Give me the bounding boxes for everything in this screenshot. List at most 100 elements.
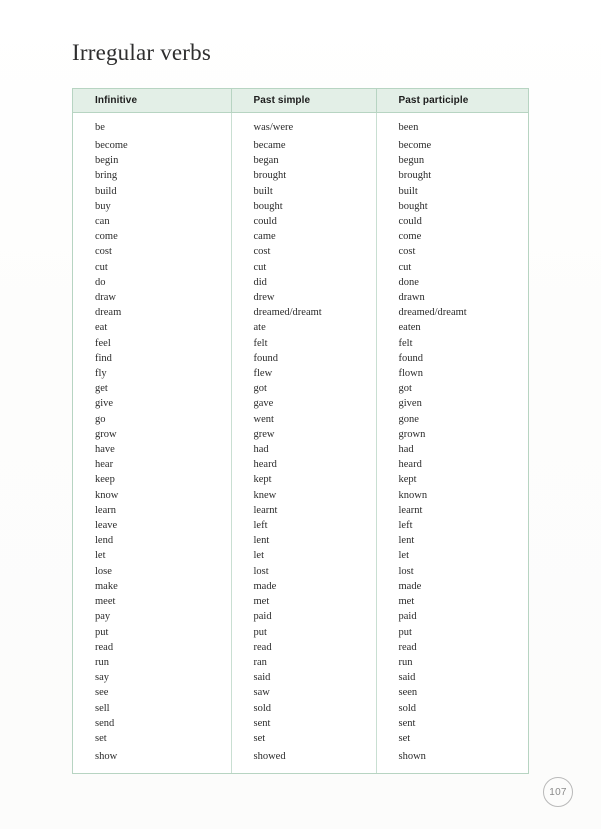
table-row: become became become — [73, 138, 528, 154]
cell-past-participle: learnt — [398, 504, 423, 516]
cell-infinitive: cost — [73, 244, 232, 260]
cell-past-participle: cost — [398, 246, 416, 258]
cell-past-participle: could — [398, 216, 422, 228]
cell-past-simple: built — [231, 183, 377, 199]
cell-infinitive: send — [73, 715, 232, 731]
cell-past-participle: become — [398, 140, 432, 151]
page-number-badge: 107 — [543, 777, 573, 807]
cell-past-simple: put — [231, 624, 377, 640]
cell-past-participle: had — [398, 444, 414, 456]
table-row: find found found — [73, 350, 528, 367]
cell-infinitive: go — [73, 411, 232, 427]
table-header: Infinitive Past simple Past participle — [73, 89, 528, 113]
page-number-value: 107 — [549, 786, 567, 798]
table-row: fly flew flown — [73, 366, 528, 382]
cell-past-simple: dreamed/dreamt — [231, 305, 377, 321]
table-row: do did done — [73, 274, 528, 291]
cell-past-participle: said — [398, 672, 416, 684]
cell-past-simple: did — [231, 274, 377, 291]
cell-infinitive: have — [73, 442, 232, 458]
cell-past-participle: made — [398, 580, 422, 592]
table-header-row: Infinitive Past simple Past participle — [73, 89, 528, 113]
cell-past-simple: met — [231, 594, 377, 610]
cell-past-simple: read — [231, 639, 377, 655]
cell-past-participle: sent — [398, 717, 416, 729]
table-row: keep kept kept — [73, 472, 528, 488]
cell-infinitive: buy — [73, 198, 232, 215]
cell-past-participle: drawn — [398, 292, 425, 304]
table-row: say said said — [73, 670, 528, 686]
cell-past-participle: grown — [398, 428, 426, 440]
cell-past-simple: became — [231, 138, 377, 154]
cell-past-participle: eaten — [398, 322, 421, 334]
table-row: lose lost lost — [73, 563, 528, 579]
cell-past-participle: begun — [398, 155, 425, 167]
cell-past-participle: shown — [398, 751, 426, 763]
cell-infinitive: get — [73, 381, 232, 397]
table-body: be was/were been become became become begin beg… — [73, 112, 528, 774]
cell-past-simple: began — [231, 153, 377, 169]
table-row: pay paid paid — [73, 609, 528, 625]
table-row: give gave given — [73, 396, 528, 412]
cell-infinitive: hear — [73, 457, 232, 473]
cell-infinitive: keep — [73, 472, 232, 488]
table-row: grow grew grown — [73, 426, 528, 443]
cell-past-simple: heard — [231, 457, 377, 473]
cell-past-simple: bought — [231, 198, 377, 215]
cell-infinitive: put — [73, 624, 232, 640]
cell-past-participle: done — [398, 276, 419, 288]
cell-past-simple: cut — [231, 259, 377, 275]
table-row: feel felt felt — [73, 335, 528, 351]
cell-past-participle: kept — [398, 474, 417, 486]
table-row: show showed shown — [73, 746, 528, 774]
cell-past-participle: known — [398, 489, 428, 501]
cell-infinitive: pay — [73, 609, 232, 625]
cell-past-simple: kept — [231, 472, 377, 488]
cell-past-participle: got — [398, 383, 412, 395]
cell-past-participle: bought — [398, 200, 428, 212]
cell-past-simple: lost — [231, 563, 377, 579]
cell-past-simple: saw — [231, 685, 377, 701]
cell-infinitive: cut — [73, 259, 232, 275]
cell-infinitive: can — [73, 214, 232, 230]
cell-past-participle: left — [398, 520, 413, 532]
cell-infinitive: show — [73, 746, 232, 774]
cell-past-simple: left — [231, 518, 377, 534]
table-row: make made made — [73, 578, 528, 595]
cell-past-simple: came — [231, 229, 377, 245]
cell-past-participle: paid — [398, 611, 417, 623]
cell-infinitive: lose — [73, 563, 232, 579]
cell-past-participle: given — [398, 398, 422, 410]
cell-infinitive: become — [73, 138, 232, 154]
table-row: send sent sent — [73, 715, 528, 731]
cell-past-simple: ate — [231, 320, 377, 336]
table-row: see saw seen — [73, 685, 528, 701]
cell-infinitive: build — [73, 183, 232, 199]
cell-past-participle: built — [398, 185, 418, 197]
table-row: leave left left — [73, 518, 528, 534]
cell-past-participle: felt — [398, 337, 413, 349]
table-row: learn learnt learnt — [73, 502, 528, 519]
cell-past-participle: found — [398, 352, 424, 364]
table-row: cost cost cost — [73, 244, 528, 260]
cell-past-participle: cut — [398, 261, 412, 273]
cell-past-simple: said — [231, 670, 377, 686]
cell-past-participle: dreamed/dreamt — [398, 307, 467, 319]
cell-past-participle: read — [398, 641, 417, 653]
table-row: let let let — [73, 548, 528, 564]
cell-past-simple: knew — [231, 487, 377, 503]
page-title: Irregular verbs — [72, 40, 212, 65]
table-row: read read read — [73, 639, 528, 655]
cell-past-simple: went — [231, 411, 377, 427]
cell-past-participle: lost — [398, 565, 414, 577]
cell-past-simple: got — [231, 381, 377, 397]
cell-infinitive: sell — [73, 700, 232, 716]
cell-past-participle: met — [398, 596, 415, 608]
cell-past-simple: could — [231, 214, 377, 230]
cell-past-simple: learnt — [231, 502, 377, 519]
table-row: hear heard heard — [73, 457, 528, 473]
cell-infinitive: feel — [73, 335, 232, 351]
cell-infinitive: read — [73, 639, 232, 655]
cell-infinitive: set — [73, 730, 232, 747]
column-header-infinitive: Infinitive — [73, 89, 232, 113]
